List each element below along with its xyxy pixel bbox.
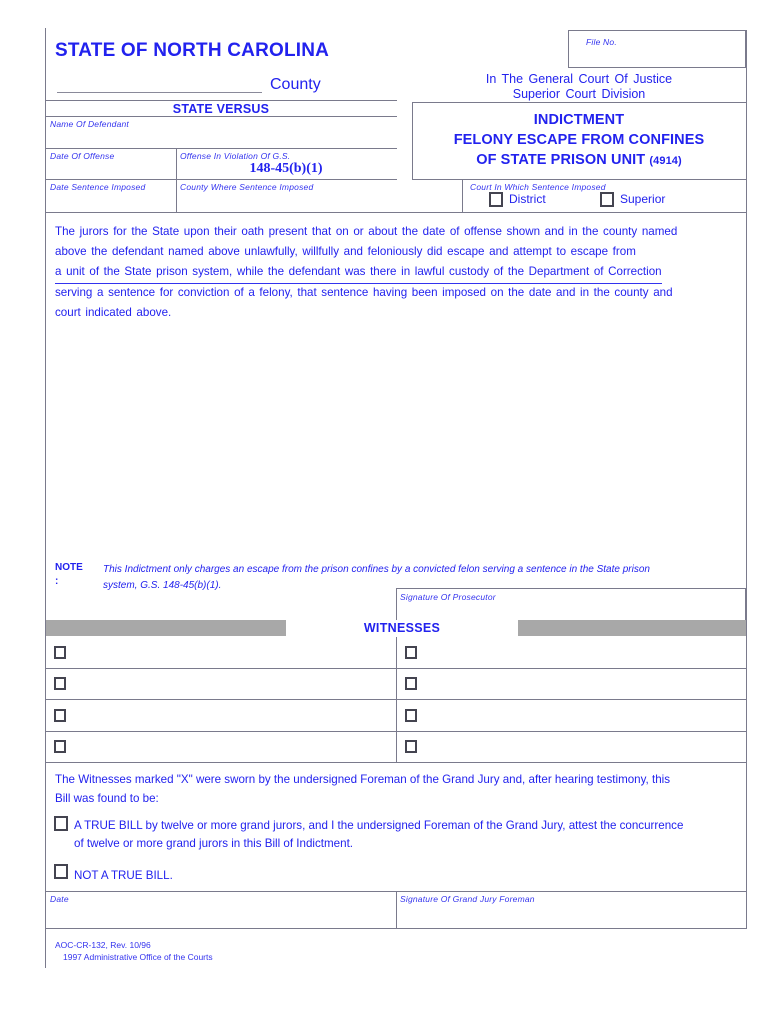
county-blank-line[interactable]	[57, 92, 262, 93]
doc-title-line-3: OF STATE PRISON UNIT	[476, 152, 646, 168]
witness-checkbox-2-right[interactable]	[405, 677, 417, 690]
witness-checkbox-3-right[interactable]	[405, 709, 417, 722]
note-label-colon: :	[55, 576, 59, 587]
witness-name-2-right[interactable]	[423, 673, 738, 695]
not-a-true-bill-label: NOT A TRUE BILL.	[74, 869, 173, 882]
witness-checkbox-1-right[interactable]	[405, 646, 417, 659]
indictment-body-line-4: serving a sentence for conviction of a f…	[55, 286, 673, 299]
page-title: STATE OF NORTH CAROLINA	[55, 40, 330, 61]
note-text-line-1: This Indictment only charges an escape f…	[103, 564, 650, 575]
date-label: Date	[50, 894, 69, 904]
page-right-border	[746, 212, 747, 928]
witness-name-3-right[interactable]	[423, 705, 738, 727]
date-sentence-imposed-input[interactable]	[46, 191, 174, 211]
top-block-bottom-rule	[45, 212, 747, 213]
court-of-justice-line-1: In The General Court Of Justice	[485, 72, 673, 86]
true-bill-line-2: of twelve or more grand jurors in this B…	[74, 837, 354, 850]
signature-of-prosecutor-label: Signature Of Prosecutor	[400, 592, 496, 602]
signature-row-divider	[396, 892, 397, 928]
date-input[interactable]	[50, 904, 390, 926]
note-label: NOTE :	[55, 561, 83, 589]
witness-name-2-left[interactable]	[72, 673, 387, 695]
offense-in-violation-label: Offense In Violation Of G.S.	[180, 151, 291, 161]
witness-checkbox-3-left[interactable]	[54, 709, 66, 722]
name-of-defendant-input[interactable]	[46, 128, 396, 147]
witness-name-3-left[interactable]	[72, 705, 387, 727]
court-checkbox-left-border	[462, 180, 463, 212]
signature-of-grand-jury-foreman-input[interactable]	[400, 904, 740, 926]
state-versus-heading: STATE VERSUS	[172, 102, 270, 116]
bill-intro-line-1: The Witnesses marked "X" were sworn by t…	[55, 773, 671, 786]
header-right-divider	[412, 102, 746, 103]
indictment-body-line-2: above the defendant named above unlawful…	[55, 245, 636, 258]
state-versus-top-rule	[45, 100, 397, 101]
not-a-true-bill-checkbox[interactable]	[54, 864, 68, 879]
superior-checkbox[interactable]	[600, 192, 614, 207]
witnesses-heading: WITNESSES	[363, 621, 441, 635]
footer-copyright: 1997 Administrative Office of the Courts	[63, 952, 213, 962]
witness-name-4-left[interactable]	[72, 736, 387, 758]
sentence-row-divider	[176, 180, 177, 212]
witness-name-4-right[interactable]	[423, 736, 738, 758]
gs-statute-number: 148-45(b)(1)	[249, 161, 323, 176]
offense-row-bottom-rule	[45, 179, 397, 180]
witness-checkbox-4-right[interactable]	[405, 740, 417, 753]
witness-name-1-left[interactable]	[72, 642, 387, 664]
signature-of-grand-jury-foreman-label: Signature Of Grand Jury Foreman	[400, 894, 535, 904]
county-where-sentence-imposed-input[interactable]	[180, 191, 395, 211]
true-bill-checkbox[interactable]	[54, 816, 68, 831]
superior-label: Superior	[620, 192, 666, 206]
court-division-line-2: Superior Court Division	[512, 87, 646, 101]
form-page: STATE OF NORTH CAROLINA County File No. …	[0, 0, 770, 1024]
file-no-box[interactable]	[568, 30, 746, 68]
note-label-word: NOTE	[55, 562, 83, 573]
doc-title-right-border	[746, 30, 747, 212]
court-in-which-sentence-imposed-label: Court In Which Sentence Imposed	[470, 182, 606, 192]
note-text-line-2: system, G.S. 148-45(b)(1).	[103, 580, 222, 591]
witness-column-divider	[396, 637, 397, 763]
doc-title: INDICTMENT FELONY ESCAPE FROM CONFINES O…	[412, 110, 746, 171]
witness-checkbox-2-left[interactable]	[54, 677, 66, 690]
doc-title-line-2: FELONY ESCAPE FROM CONFINES	[453, 132, 705, 148]
witness-checkbox-1-left[interactable]	[54, 646, 66, 659]
true-bill-line-1: A TRUE BILL by twelve or more grand juro…	[74, 819, 684, 832]
indictment-body-line-3: a unit of the State prison system, while…	[55, 262, 662, 284]
file-no-label: File No.	[586, 37, 617, 47]
footer-form-id: AOC-CR-132, Rev. 10/96	[55, 940, 151, 950]
district-checkbox[interactable]	[489, 192, 503, 207]
doc-title-line-1: INDICTMENT	[533, 112, 625, 128]
doc-title-line-3-wrap: OF STATE PRISON UNIT (4914)	[412, 150, 746, 171]
county-label: County	[270, 76, 321, 93]
state-versus-bottom-rule	[45, 116, 397, 117]
witness-checkbox-4-left[interactable]	[54, 740, 66, 753]
district-label: District	[509, 192, 546, 206]
indictment-body-line-1: The jurors for the State upon their oath…	[55, 225, 678, 238]
witness-name-1-right[interactable]	[423, 642, 738, 664]
signature-row-bottom-rule	[45, 928, 747, 929]
doc-form-number: (4914)	[649, 155, 682, 167]
bill-intro-line-2: Bill was found to be:	[55, 792, 159, 805]
defendant-row-bottom-rule	[45, 148, 397, 149]
indictment-body-line-5: court indicated above.	[55, 306, 172, 319]
date-of-offense-input[interactable]	[46, 160, 174, 178]
